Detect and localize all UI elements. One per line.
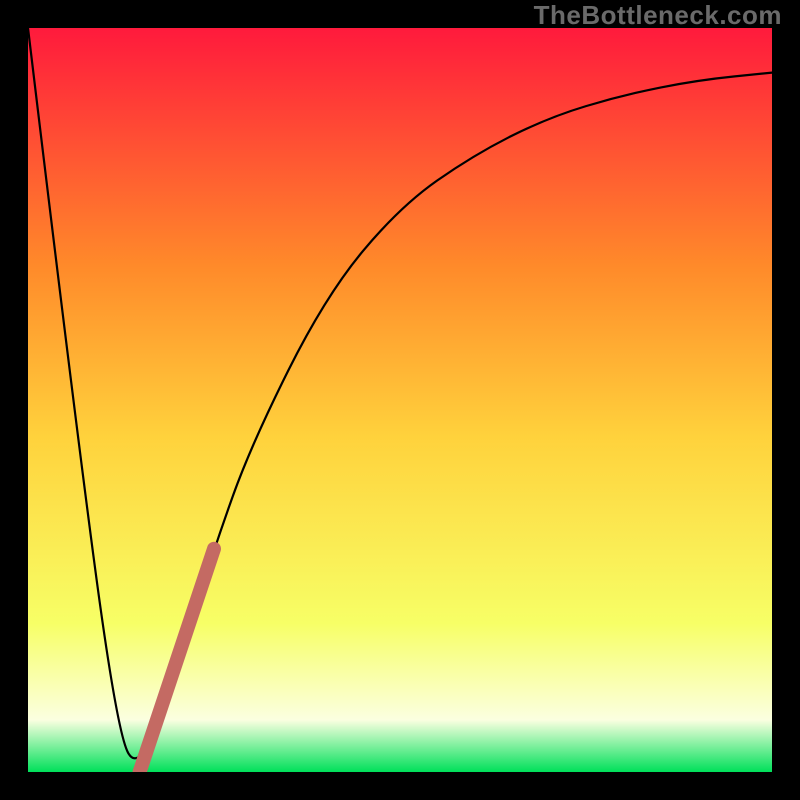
watermark-label: TheBottleneck.com [534,0,782,31]
gradient-background [28,28,772,772]
chart-plot-area [28,28,772,772]
chart-frame: TheBottleneck.com [0,0,800,800]
